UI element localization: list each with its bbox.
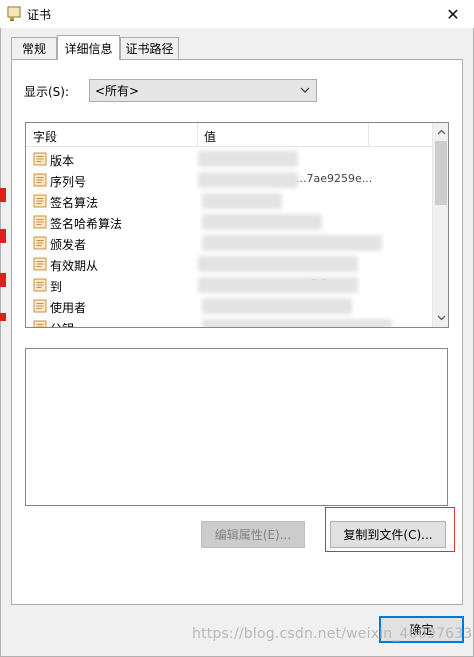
redacted-value [198,172,298,188]
certificate-field-icon [33,278,47,292]
tab-general[interactable]: 常规 [11,37,57,59]
chevron-up-icon[interactable] [436,127,447,138]
redacted-value [202,298,352,314]
annotation-highlight [325,507,455,552]
column-divider[interactable] [197,123,198,147]
edit-properties-button[interactable]: 编辑属性(E)... [201,521,305,548]
watermark: https://blog.csdn.net/weixin_46097633 [192,626,473,642]
field-value: ...7ae9259e... [296,172,373,185]
column-header-field[interactable]: 字段 [33,128,57,145]
chevron-down-icon [300,87,310,93]
show-label: 显示(S): [24,85,70,99]
field-detail-box[interactable] [25,348,448,506]
certificate-field-icon [33,257,47,271]
field-name: 签名哈希算法 [50,217,123,231]
certificate-field-icon [33,173,47,187]
show-select-value: <所有> [95,84,140,98]
redacted-value [202,214,322,230]
certificate-field-icon [33,320,47,327]
chevron-down-icon[interactable] [436,312,447,323]
field-name: 有效期从 [50,259,99,273]
scrollbar-thumb[interactable] [435,141,447,205]
redacted-value [198,256,358,272]
background-mark [0,188,6,202]
certificate-field-icon [33,152,47,166]
button-label: 编辑属性(E)... [214,528,292,542]
field-name: 版本 [50,154,75,168]
close-icon: ✕ [446,4,460,24]
field-name: 公钥 [50,320,74,327]
certificate-field-icon [33,215,47,229]
tab-label: 常规 [21,42,46,56]
certificate-field-icon [33,236,47,250]
column-divider[interactable] [368,123,369,147]
background-mark [0,313,6,321]
show-select[interactable]: <所有> [89,79,317,102]
field-name: 到 [50,280,63,294]
redacted-value [198,151,298,167]
close-button[interactable]: ✕ [432,0,474,28]
tab-label: 详细信息 [64,41,113,56]
vertical-scrollbar[interactable] [432,123,448,327]
field-name: 颁发者 [50,238,87,252]
redacted-value [202,319,392,327]
certificate-field-icon [33,299,47,313]
certificate-field-icon [33,194,47,208]
redacted-value [202,193,282,209]
tab-details[interactable]: 详细信息 [57,35,120,60]
field-name: 使用者 [50,301,87,315]
field-name: 签名算法 [50,196,99,210]
redacted-value [202,235,382,251]
tab-certification-path[interactable]: 证书路径 [120,37,179,59]
list-header: 字段 值 [26,123,432,147]
redacted-value [198,277,358,293]
background-mark [0,229,6,243]
window-title: 证书 [27,8,52,22]
background-mark [0,273,6,287]
title-bar: 证书 ✕ [0,0,474,28]
fields-list[interactable]: 字段 值 版本序列号 ...7ae9259e... 签名算法签名哈希算法 颁发者有效期… [25,122,449,328]
field-name: 序列号 [50,175,87,189]
tab-label: 证书路径 [125,42,174,56]
certificate-icon [7,6,21,21]
column-header-value[interactable]: 值 [204,128,216,145]
